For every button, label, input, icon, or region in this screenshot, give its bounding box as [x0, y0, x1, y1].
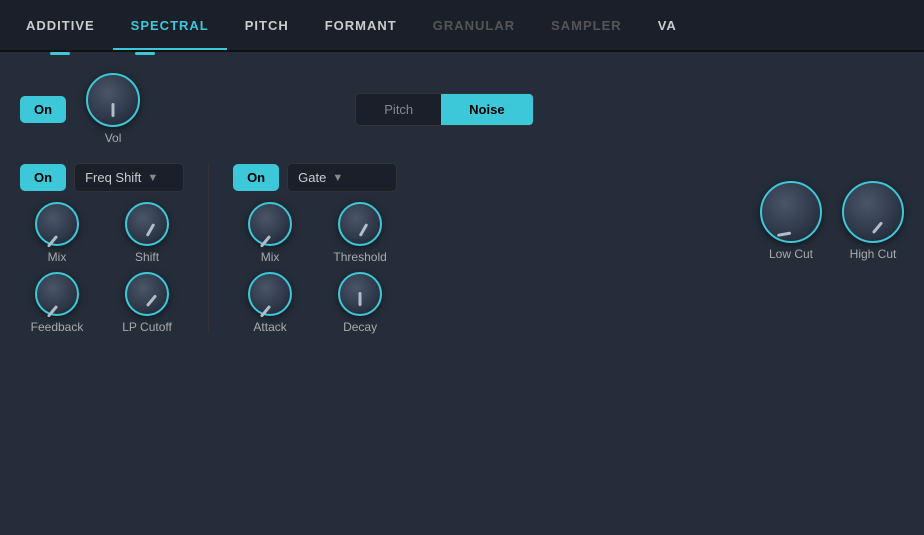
filter-knobs: Low Cut High Cut: [760, 181, 904, 261]
freq-shift-lpcutoff-container: LP Cutoff: [110, 272, 184, 334]
freq-shift-mix-container: Mix: [20, 202, 94, 264]
gate-dropdown[interactable]: Gate ▼: [287, 163, 397, 192]
freq-shift-feedback-label: Feedback: [31, 320, 84, 334]
freq-shift-dropdown-arrow: ▼: [147, 172, 158, 184]
freq-shift-lpcutoff-label: LP Cutoff: [122, 320, 172, 334]
gate-decay-knob[interactable]: [338, 272, 382, 316]
gate-decay-label: Decay: [343, 320, 377, 334]
gate-decay-container: Decay: [323, 272, 397, 334]
freq-shift-shift-label: Shift: [135, 250, 159, 264]
tab-sampler[interactable]: SAMPLER: [533, 0, 640, 50]
gate-attack-label: Attack: [253, 320, 286, 334]
gate-threshold-indicator: [359, 223, 369, 237]
row1: On Vol Pitch Noise: [20, 73, 904, 145]
low-cut-container: Low Cut: [760, 181, 822, 261]
tab-additive[interactable]: ADDITIVE: [8, 0, 113, 50]
freq-shift-toggle[interactable]: On: [20, 164, 66, 191]
gate-section: On Gate ▼ Mix Threshold: [233, 163, 397, 334]
tab-bar: ADDITIVE SPECTRAL PITCH FORMANT GRANULAR…: [0, 0, 924, 52]
freq-shift-lpcutoff-indicator: [146, 294, 157, 307]
gate-dropdown-arrow: ▼: [332, 172, 343, 184]
high-cut-indicator: [872, 221, 883, 234]
gate-attack-indicator: [260, 305, 271, 318]
pitch-noise-control: Pitch Noise: [355, 93, 533, 126]
gate-threshold-knob[interactable]: [338, 202, 382, 246]
tab-pitch[interactable]: PITCH: [227, 0, 307, 50]
gate-mix-container: Mix: [233, 202, 307, 264]
freq-shift-knobs: Mix Shift Feedback: [20, 202, 184, 334]
gate-threshold-label: Threshold: [333, 250, 386, 264]
noise-button[interactable]: Noise: [441, 94, 532, 125]
vol-label: Vol: [105, 131, 122, 145]
freq-shift-mix-knob[interactable]: [35, 202, 79, 246]
freq-shift-mix-indicator: [47, 235, 58, 248]
gate-header: On Gate ▼: [233, 163, 397, 192]
tab-granular[interactable]: GRANULAR: [415, 0, 533, 50]
gate-attack-knob[interactable]: [248, 272, 292, 316]
vol-knob-indicator: [112, 103, 115, 117]
vol-knob[interactable]: [86, 73, 140, 127]
tab-spectral[interactable]: SPECTRAL: [113, 0, 227, 50]
freq-shift-lpcutoff-knob[interactable]: [125, 272, 169, 316]
gate-attack-container: Attack: [233, 272, 307, 334]
high-cut-container: High Cut: [842, 181, 904, 261]
high-cut-label: High Cut: [850, 247, 897, 261]
main-content: On Vol Pitch Noise On Freq Shift ▼: [0, 55, 924, 535]
row2: On Freq Shift ▼ Mix Shift: [20, 163, 904, 334]
gate-threshold-container: Threshold: [323, 202, 397, 264]
high-cut-knob[interactable]: [842, 181, 904, 243]
freq-shift-section: On Freq Shift ▼ Mix Shift: [20, 163, 184, 334]
freq-shift-shift-container: Shift: [110, 202, 184, 264]
freq-shift-shift-knob[interactable]: [125, 202, 169, 246]
tab-va[interactable]: VA: [640, 0, 695, 50]
gate-mix-label: Mix: [261, 250, 280, 264]
gate-mix-indicator: [260, 235, 271, 248]
freq-shift-feedback-container: Feedback: [20, 272, 94, 334]
gate-toggle[interactable]: On: [233, 164, 279, 191]
low-cut-knob[interactable]: [760, 181, 822, 243]
gate-knobs: Mix Threshold Attack: [233, 202, 397, 334]
filter-section: Low Cut High Cut: [760, 163, 904, 261]
vol-on-toggle[interactable]: On: [20, 96, 66, 123]
gate-decay-indicator: [359, 292, 362, 306]
vol-knob-container: Vol: [86, 73, 140, 145]
tab-formant[interactable]: FORMANT: [307, 0, 415, 50]
freq-shift-feedback-indicator: [47, 305, 58, 318]
separator1: [208, 163, 209, 334]
low-cut-label: Low Cut: [769, 247, 813, 261]
freq-shift-feedback-knob[interactable]: [35, 272, 79, 316]
freq-shift-shift-indicator: [146, 223, 156, 237]
pitch-button[interactable]: Pitch: [356, 94, 441, 125]
freq-shift-dropdown[interactable]: Freq Shift ▼: [74, 163, 184, 192]
low-cut-indicator: [777, 232, 791, 237]
gate-mix-knob[interactable]: [248, 202, 292, 246]
freq-shift-header: On Freq Shift ▼: [20, 163, 184, 192]
freq-shift-mix-label: Mix: [48, 250, 67, 264]
